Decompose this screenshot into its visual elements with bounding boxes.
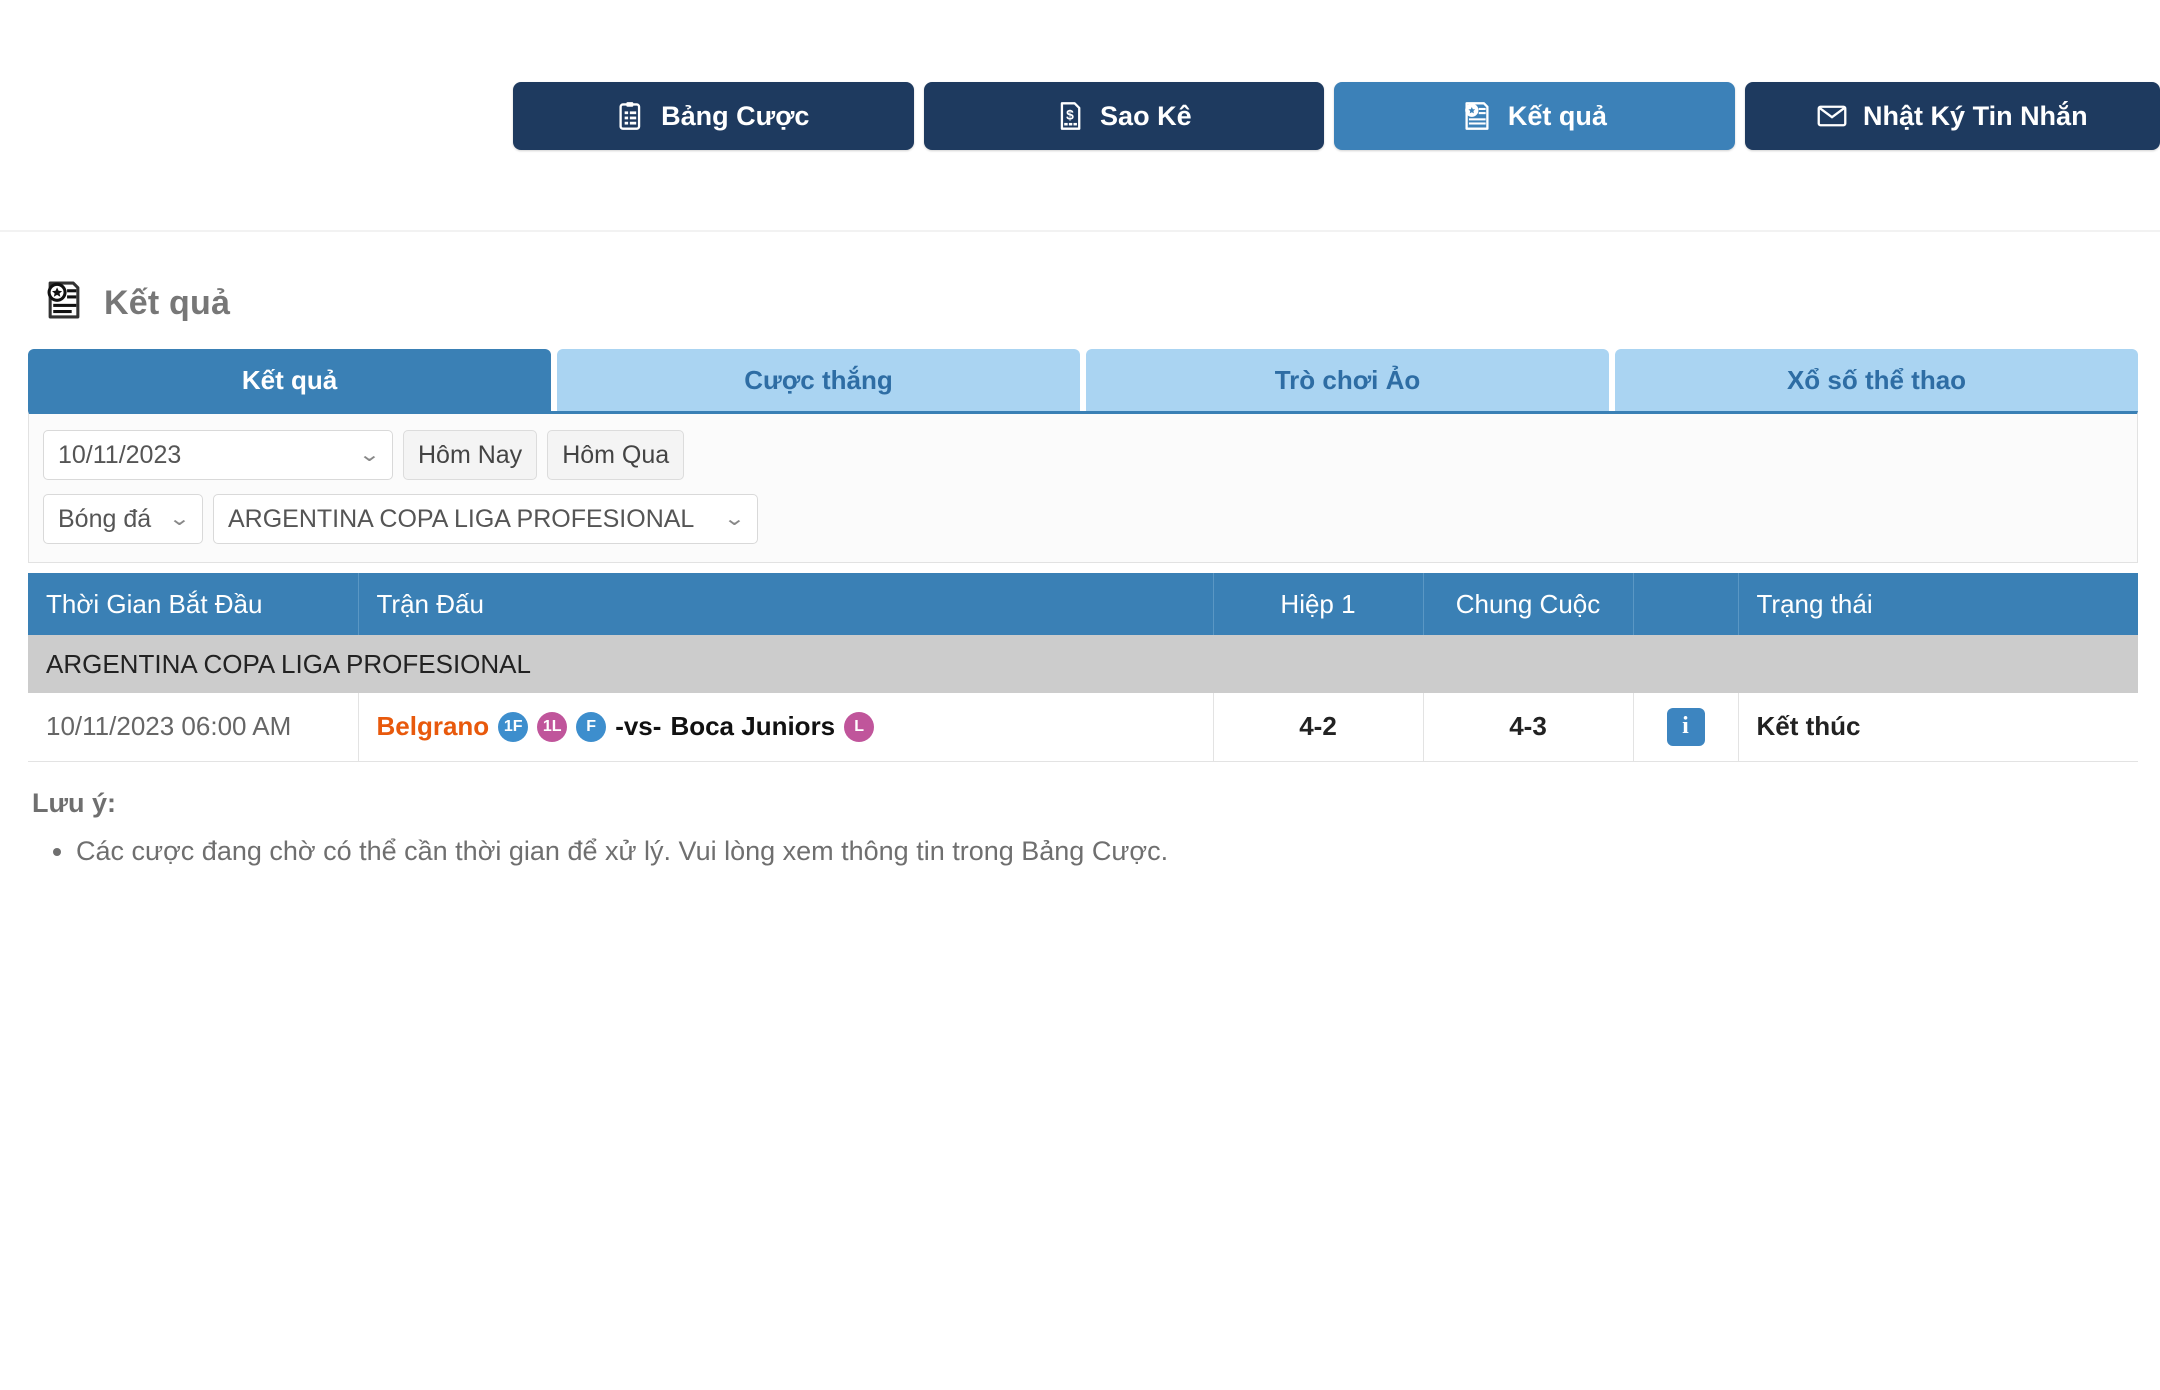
sport-select[interactable]: Bóng đá ⌄ xyxy=(43,494,203,544)
clipboard-list-icon xyxy=(617,101,645,131)
league-group-row: ARGENTINA COPA LIGA PROFESIONAL xyxy=(28,635,2138,693)
nav-button-label: Kết quả xyxy=(1507,100,1607,131)
notes-title: Lưu ý: xyxy=(32,787,117,818)
invoice-dollar-icon: $ xyxy=(1056,101,1084,131)
away-badge-l[interactable]: L xyxy=(844,711,875,742)
nav-button-sao-ke[interactable]: $ Sao Kê xyxy=(923,82,1325,150)
tab-cuoc-thang[interactable]: Cược thắng xyxy=(557,349,1080,411)
filter-row-date: 10/11/2023 ⌄ Hôm Nay Hôm Qua xyxy=(43,430,2123,480)
list-item: Các cược đang chờ có thể cần thời gian đ… xyxy=(76,833,2160,871)
today-button[interactable]: Hôm Nay xyxy=(403,430,538,480)
date-select[interactable]: 10/11/2023 ⌄ xyxy=(43,430,393,480)
tab-label: Xổ số thể thao xyxy=(1786,364,1967,395)
versus-separator: -vs- xyxy=(615,711,662,742)
tab-tro-choi-ao[interactable]: Trò chơi Ảo xyxy=(1086,349,1609,411)
date-select-value: 10/11/2023 xyxy=(58,440,182,469)
table-header-row: Thời Gian Bắt Đầu Trận Đấu Hiệp 1 Chung … xyxy=(28,573,2138,635)
column-header-info xyxy=(1633,573,1739,635)
nav-button-label: Nhật Ký Tin Nhắn xyxy=(1863,100,2088,131)
chevron-down-icon: ⌄ xyxy=(168,508,191,530)
results-tab-bar: Kết quả Cược thắng Trò chơi Ảo Xổ số thể… xyxy=(28,349,2138,411)
home-team-name[interactable]: Belgrano xyxy=(377,711,490,742)
yesterday-button[interactable]: Hôm Qua xyxy=(547,430,685,480)
home-badge-1l[interactable]: 1L xyxy=(537,711,568,742)
match-teams-cell: Belgrano 1F 1L F -vs- Boca Juniors L xyxy=(358,693,1214,762)
league-select[interactable]: ARGENTINA COPA LIGA PROFESIONAL ⌄ xyxy=(213,494,758,544)
filter-row-sport: Bóng đá ⌄ ARGENTINA COPA LIGA PROFESIONA… xyxy=(43,494,2123,544)
match-info-cell: i xyxy=(1633,693,1739,762)
match-status: Kết thúc xyxy=(1738,693,2138,762)
yesterday-button-label: Hôm Qua xyxy=(562,440,670,469)
column-header-start-time: Thời Gian Bắt Đầu xyxy=(28,573,359,635)
chevron-down-icon: ⌄ xyxy=(723,508,746,530)
column-header-status: Trạng thái xyxy=(1738,573,2138,635)
nav-button-label: Bảng Cược xyxy=(661,100,810,131)
page-title-row: Kết quả xyxy=(0,232,2160,349)
results-table-header: Thời Gian Bắt Đầu Trận Đấu Hiệp 1 Chung … xyxy=(28,573,2138,635)
results-star-icon xyxy=(1462,101,1492,131)
home-badge-1f[interactable]: 1F xyxy=(498,711,529,742)
column-header-half1: Hiệp 1 xyxy=(1213,573,1424,635)
envelope-icon xyxy=(1817,104,1847,128)
notes-section: Lưu ý: Các cược đang chờ có thể cần thời… xyxy=(32,788,2160,871)
tab-xo-so-the-thao[interactable]: Xổ số thể thao xyxy=(1615,349,2138,411)
column-header-fulltime: Chung Cuộc xyxy=(1423,573,1634,635)
nav-button-label: Sao Kê xyxy=(1100,100,1192,131)
tab-label: Kết quả xyxy=(241,364,338,395)
nav-button-ket-qua[interactable]: Kết quả xyxy=(1334,82,1735,150)
score-fulltime: 4-3 xyxy=(1423,693,1634,762)
sport-select-value: Bóng đá xyxy=(58,504,152,533)
match-start-time: 10/11/2023 06:00 AM xyxy=(28,693,359,762)
table-row: 10/11/2023 06:00 AM Belgrano 1F 1L F -vs… xyxy=(28,693,2138,762)
top-navigation-bar: Bảng Cược $ Sao Kê Kết quả Nhật Ký Tin N… xyxy=(0,0,2160,232)
svg-text:$: $ xyxy=(1066,106,1074,122)
results-table-body: ARGENTINA COPA LIGA PROFESIONAL 10/11/20… xyxy=(28,635,2138,762)
chevron-down-icon: ⌄ xyxy=(358,444,381,466)
tab-label: Trò chơi Ảo xyxy=(1274,364,1421,395)
away-team-name[interactable]: Boca Juniors xyxy=(670,711,835,742)
home-badge-f[interactable]: F xyxy=(576,711,607,742)
nav-button-nhat-ky-tin-nhan[interactable]: Nhật Ký Tin Nhắn xyxy=(1744,82,2160,150)
results-table: Thời Gian Bắt Đầu Trận Đấu Hiệp 1 Chung … xyxy=(28,573,2138,762)
filter-bar: 10/11/2023 ⌄ Hôm Nay Hôm Qua Bóng đá ⌄ A… xyxy=(28,411,2138,563)
info-icon[interactable]: i xyxy=(1666,707,1705,746)
tab-label: Cược thắng xyxy=(744,364,893,395)
nav-button-bang-cuoc[interactable]: Bảng Cược xyxy=(513,82,914,150)
notes-list: Các cược đang chờ có thể cần thời gian đ… xyxy=(32,833,2160,871)
page-title: Kết quả xyxy=(104,284,231,322)
match-teams: Belgrano 1F 1L F -vs- Boca Juniors L xyxy=(377,711,1195,742)
top-nav-buttons: Bảng Cược $ Sao Kê Kết quả Nhật Ký Tin N… xyxy=(0,82,2160,150)
today-button-label: Hôm Nay xyxy=(418,440,523,469)
results-star-icon xyxy=(44,280,84,327)
tab-ket-qua[interactable]: Kết quả xyxy=(28,349,551,411)
league-group-label: ARGENTINA COPA LIGA PROFESIONAL xyxy=(28,635,2138,693)
score-half1: 4-2 xyxy=(1213,693,1424,762)
league-select-value: ARGENTINA COPA LIGA PROFESIONAL xyxy=(228,504,695,533)
results-panel: Kết quả Cược thắng Trò chơi Ảo Xổ số thể… xyxy=(28,349,2138,762)
column-header-match: Trận Đấu xyxy=(358,573,1214,635)
